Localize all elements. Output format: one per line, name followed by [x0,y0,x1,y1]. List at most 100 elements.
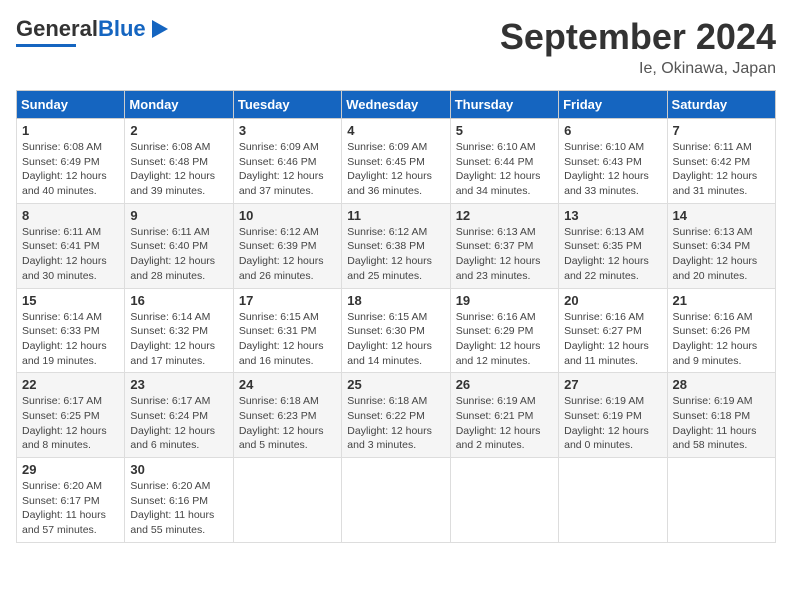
col-wednesday: Wednesday [342,91,450,119]
page-header: GeneralBlue September 2024 Ie, Okinawa, … [16,16,776,78]
day-detail: Sunrise: 6:18 AMSunset: 6:22 PMDaylight:… [347,394,444,453]
calendar-table: Sunday Monday Tuesday Wednesday Thursday… [16,90,776,543]
title-block: September 2024 Ie, Okinawa, Japan [500,16,776,78]
day-cell: 2 Sunrise: 6:08 AMSunset: 6:48 PMDaylight… [125,119,233,204]
day-number: 27 [564,377,661,392]
col-saturday: Saturday [667,91,775,119]
day-number: 9 [130,208,227,223]
day-detail: Sunrise: 6:19 AMSunset: 6:21 PMDaylight:… [456,394,553,453]
day-number: 4 [347,123,444,138]
day-number: 16 [130,293,227,308]
day-detail: Sunrise: 6:11 AMSunset: 6:40 PMDaylight:… [130,225,227,284]
week-row-4: 22 Sunrise: 6:17 AMSunset: 6:25 PMDayligh… [17,373,776,458]
day-number: 6 [564,123,661,138]
day-cell: 14 Sunrise: 6:13 AMSunset: 6:34 PMDayligh… [667,203,775,288]
week-row-2: 8 Sunrise: 6:11 AMSunset: 6:41 PMDaylight… [17,203,776,288]
day-number: 11 [347,208,444,223]
day-number: 20 [564,293,661,308]
day-number: 1 [22,123,119,138]
day-cell: 12 Sunrise: 6:13 AMSunset: 6:37 PMDayligh… [450,203,558,288]
day-detail: Sunrise: 6:13 AMSunset: 6:37 PMDaylight:… [456,225,553,284]
day-cell [667,458,775,543]
col-monday: Monday [125,91,233,119]
day-cell: 3 Sunrise: 6:09 AMSunset: 6:46 PMDaylight… [233,119,341,204]
logo-icon [148,18,170,40]
day-cell: 11Sunrise: 6:12 AMSunset: 6:38 PMDayligh… [342,203,450,288]
day-number: 23 [130,377,227,392]
day-cell: 17 Sunrise: 6:15 AMSunset: 6:31 PMDayligh… [233,288,341,373]
logo: GeneralBlue [16,16,170,47]
day-cell: 4 Sunrise: 6:09 AMSunset: 6:45 PMDaylight… [342,119,450,204]
day-number: 8 [22,208,119,223]
day-detail: Sunrise: 6:16 AMSunset: 6:29 PMDaylight:… [456,310,553,369]
day-detail: Sunrise: 6:09 AMSunset: 6:45 PMDaylight:… [347,140,444,199]
day-detail: Sunrise: 6:15 AMSunset: 6:30 PMDaylight:… [347,310,444,369]
day-detail: Sunrise: 6:13 AMSunset: 6:35 PMDaylight:… [564,225,661,284]
day-detail: Sunrise: 6:10 AMSunset: 6:43 PMDaylight:… [564,140,661,199]
day-cell: 1 Sunrise: 6:08 AMSunset: 6:49 PMDaylight… [17,119,125,204]
day-cell: 28 Sunrise: 6:19 AMSunset: 6:18 PMDayligh… [667,373,775,458]
day-number: 19 [456,293,553,308]
location: Ie, Okinawa, Japan [500,60,776,78]
day-number: 25 [347,377,444,392]
day-cell: 9 Sunrise: 6:11 AMSunset: 6:40 PMDaylight… [125,203,233,288]
day-detail: Sunrise: 6:20 AMSunset: 6:17 PMDaylight:… [22,479,119,538]
col-sunday: Sunday [17,91,125,119]
day-detail: Sunrise: 6:18 AMSunset: 6:23 PMDaylight:… [239,394,336,453]
day-detail: Sunrise: 6:19 AMSunset: 6:19 PMDaylight:… [564,394,661,453]
day-detail: Sunrise: 6:08 AMSunset: 6:49 PMDaylight:… [22,140,119,199]
day-detail: Sunrise: 6:11 AMSunset: 6:41 PMDaylight:… [22,225,119,284]
day-number: 30 [130,462,227,477]
day-detail: Sunrise: 6:12 AMSunset: 6:39 PMDaylight:… [239,225,336,284]
day-cell: 23Sunrise: 6:17 AMSunset: 6:24 PMDayligh… [125,373,233,458]
day-number: 29 [22,462,119,477]
day-number: 13 [564,208,661,223]
day-cell [233,458,341,543]
day-cell: 18 Sunrise: 6:15 AMSunset: 6:30 PMDayligh… [342,288,450,373]
day-detail: Sunrise: 6:16 AMSunset: 6:27 PMDaylight:… [564,310,661,369]
day-number: 17 [239,293,336,308]
day-cell: 20 Sunrise: 6:16 AMSunset: 6:27 PMDayligh… [559,288,667,373]
day-cell: 13 Sunrise: 6:13 AMSunset: 6:35 PMDayligh… [559,203,667,288]
day-number: 3 [239,123,336,138]
col-friday: Friday [559,91,667,119]
day-detail: Sunrise: 6:15 AMSunset: 6:31 PMDaylight:… [239,310,336,369]
day-cell: 7Sunrise: 6:11 AMSunset: 6:42 PMDaylight… [667,119,775,204]
day-number: 2 [130,123,227,138]
day-number: 26 [456,377,553,392]
day-cell: 27 Sunrise: 6:19 AMSunset: 6:19 PMDayligh… [559,373,667,458]
day-detail: Sunrise: 6:14 AMSunset: 6:33 PMDaylight:… [22,310,119,369]
week-row-5: 29 Sunrise: 6:20 AMSunset: 6:17 PMDayligh… [17,458,776,543]
day-number: 10 [239,208,336,223]
day-cell: 26 Sunrise: 6:19 AMSunset: 6:21 PMDayligh… [450,373,558,458]
day-detail: Sunrise: 6:20 AMSunset: 6:16 PMDaylight:… [130,479,227,538]
day-number: 14 [673,208,770,223]
logo-line [16,44,76,47]
day-number: 24 [239,377,336,392]
day-cell: 19 Sunrise: 6:16 AMSunset: 6:29 PMDayligh… [450,288,558,373]
day-detail: Sunrise: 6:17 AMSunset: 6:25 PMDaylight:… [22,394,119,453]
day-number: 22 [22,377,119,392]
day-detail: Sunrise: 6:09 AMSunset: 6:46 PMDaylight:… [239,140,336,199]
day-number: 15 [22,293,119,308]
day-cell [559,458,667,543]
day-cell: 24 Sunrise: 6:18 AMSunset: 6:23 PMDayligh… [233,373,341,458]
day-detail: Sunrise: 6:13 AMSunset: 6:34 PMDaylight:… [673,225,770,284]
day-detail: Sunrise: 6:08 AMSunset: 6:48 PMDaylight:… [130,140,227,199]
day-detail: Sunrise: 6:14 AMSunset: 6:32 PMDaylight:… [130,310,227,369]
day-number: 28 [673,377,770,392]
day-number: 5 [456,123,553,138]
day-cell: 16 Sunrise: 6:14 AMSunset: 6:32 PMDayligh… [125,288,233,373]
day-cell: 6 Sunrise: 6:10 AMSunset: 6:43 PMDaylight… [559,119,667,204]
day-cell: 22 Sunrise: 6:17 AMSunset: 6:25 PMDayligh… [17,373,125,458]
day-number: 12 [456,208,553,223]
day-cell: 29 Sunrise: 6:20 AMSunset: 6:17 PMDayligh… [17,458,125,543]
day-cell: 10 Sunrise: 6:12 AMSunset: 6:39 PMDayligh… [233,203,341,288]
month-title: September 2024 [500,16,776,58]
day-detail: Sunrise: 6:16 AMSunset: 6:26 PMDaylight:… [673,310,770,369]
logo-text: GeneralBlue [16,16,146,42]
day-number: 7 [673,123,770,138]
day-cell: 5Sunrise: 6:10 AMSunset: 6:44 PMDaylight… [450,119,558,204]
day-detail: Sunrise: 6:19 AMSunset: 6:18 PMDaylight:… [673,394,770,453]
day-number: 18 [347,293,444,308]
